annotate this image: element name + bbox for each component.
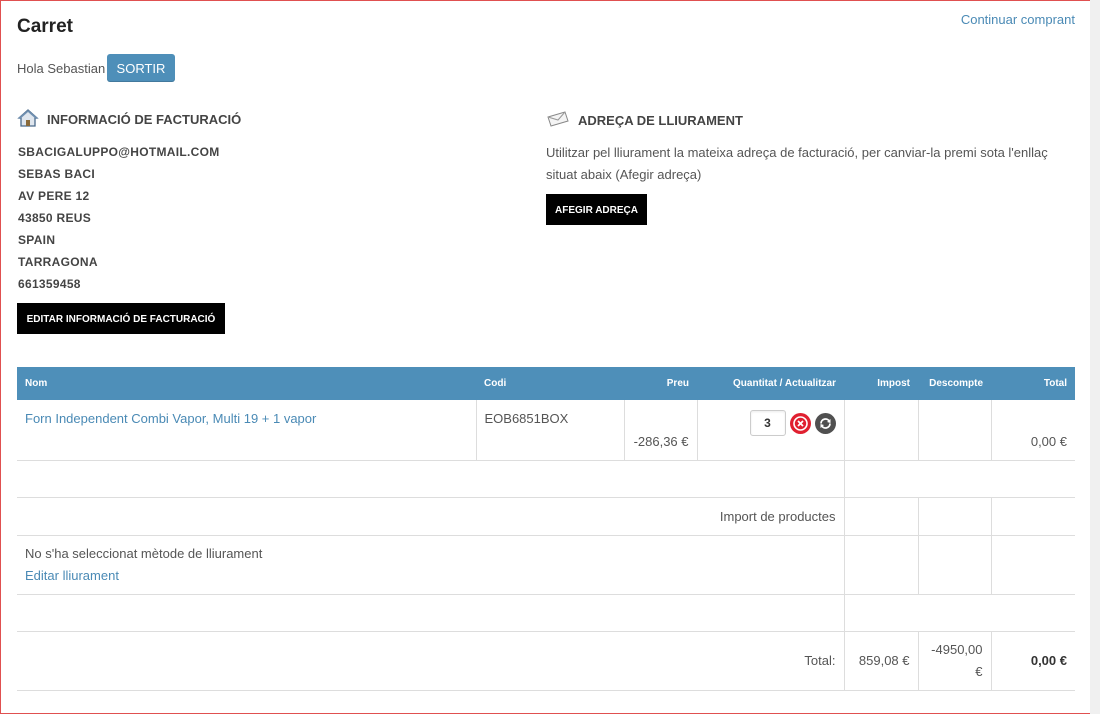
header-tax: Impost	[844, 367, 918, 400]
totals-row: Total: 859,08 € -4950,00 € 0,00 €	[17, 631, 1075, 691]
product-discount	[917, 400, 991, 461]
add-address-button[interactable]: AFEGIR ADREÇA	[546, 194, 647, 225]
spacer-row	[17, 460, 1075, 498]
table-row: Forn Independent Combi Vapor, Multi 19 +…	[17, 400, 1075, 461]
billing-province: TARRAGONA	[18, 255, 98, 269]
billing-phone: 661359458	[18, 277, 81, 291]
total-tax: 859,08 €	[843, 631, 918, 691]
edit-billing-button[interactable]: EDITAR INFORMACIÓ DE FACTURACIÓ	[17, 303, 225, 334]
billing-name: SEBAS BACI	[18, 167, 96, 181]
house-icon	[17, 108, 39, 131]
delete-icon[interactable]	[789, 412, 811, 434]
total-label: Total:	[17, 631, 844, 691]
billing-address: SBACIGALUPPO@HOTMAIL.COM SEBAS BACI AV P…	[18, 143, 220, 297]
quantity-input[interactable]: 3	[749, 410, 786, 436]
products-subtotal-row: Import de productes	[17, 497, 1075, 536]
scrollbar[interactable]	[1090, 0, 1100, 714]
greeting: Hola Sebastian	[17, 61, 106, 76]
product-price: -286,36 €	[623, 400, 697, 461]
header-name: Nom	[17, 367, 476, 400]
header-price: Preu	[624, 367, 697, 400]
billing-heading-text: INFORMACIÓ DE FACTURACIÓ	[47, 112, 242, 127]
product-link[interactable]: Forn Independent Combi Vapor, Multi 19 +…	[25, 411, 316, 426]
quantity-cell: 3	[696, 400, 844, 461]
billing-country: SPAIN	[18, 233, 56, 247]
delivery-heading-text: ADREÇA DE LLIURAMENT	[578, 113, 743, 128]
page-title: Carret	[17, 16, 73, 37]
header-discount: Descompte	[918, 367, 991, 400]
edit-shipping-link[interactable]: Editar lliurament	[25, 565, 836, 587]
products-subtotal-label: Import de productes	[17, 497, 844, 536]
delivery-heading: ADREÇA DE LLIURAMENT	[546, 110, 743, 131]
shipping-row: No s'ha seleccionat mètode de lliurament…	[17, 535, 1075, 595]
table-header-row: Nom Codi Preu Quantitat / Actualitzar Im…	[17, 367, 1075, 400]
continue-shopping-link[interactable]: Continuar comprant	[961, 12, 1075, 27]
total-discount: -4950,00 €	[917, 631, 991, 691]
product-tax	[843, 400, 918, 461]
spacer-row	[17, 594, 1075, 632]
grand-total: 0,00 €	[990, 631, 1075, 691]
shipping-message: No s'ha seleccionat mètode de lliurament	[25, 545, 263, 561]
billing-street: AV PERE 12	[18, 189, 90, 203]
product-code: EOB6851BOX	[475, 400, 624, 461]
billing-email: SBACIGALUPPO@HOTMAIL.COM	[18, 145, 220, 159]
billing-heading: INFORMACIÓ DE FACTURACIÓ	[17, 108, 241, 131]
envelope-icon	[546, 110, 570, 131]
refresh-icon[interactable]	[814, 412, 836, 434]
cart-table: Nom Codi Preu Quantitat / Actualitzar Im…	[17, 367, 1075, 691]
header-quantity: Quantitat / Actualitzar	[697, 367, 844, 400]
header-total: Total	[991, 367, 1075, 400]
logout-button[interactable]: SORTIR	[107, 54, 175, 82]
product-total: 0,00 €	[990, 400, 1075, 461]
billing-city: 43850 REUS	[18, 211, 92, 225]
delivery-description: Utilitzar pel lliurament la mateixa adre…	[546, 145, 1048, 182]
header-code: Codi	[476, 367, 624, 400]
